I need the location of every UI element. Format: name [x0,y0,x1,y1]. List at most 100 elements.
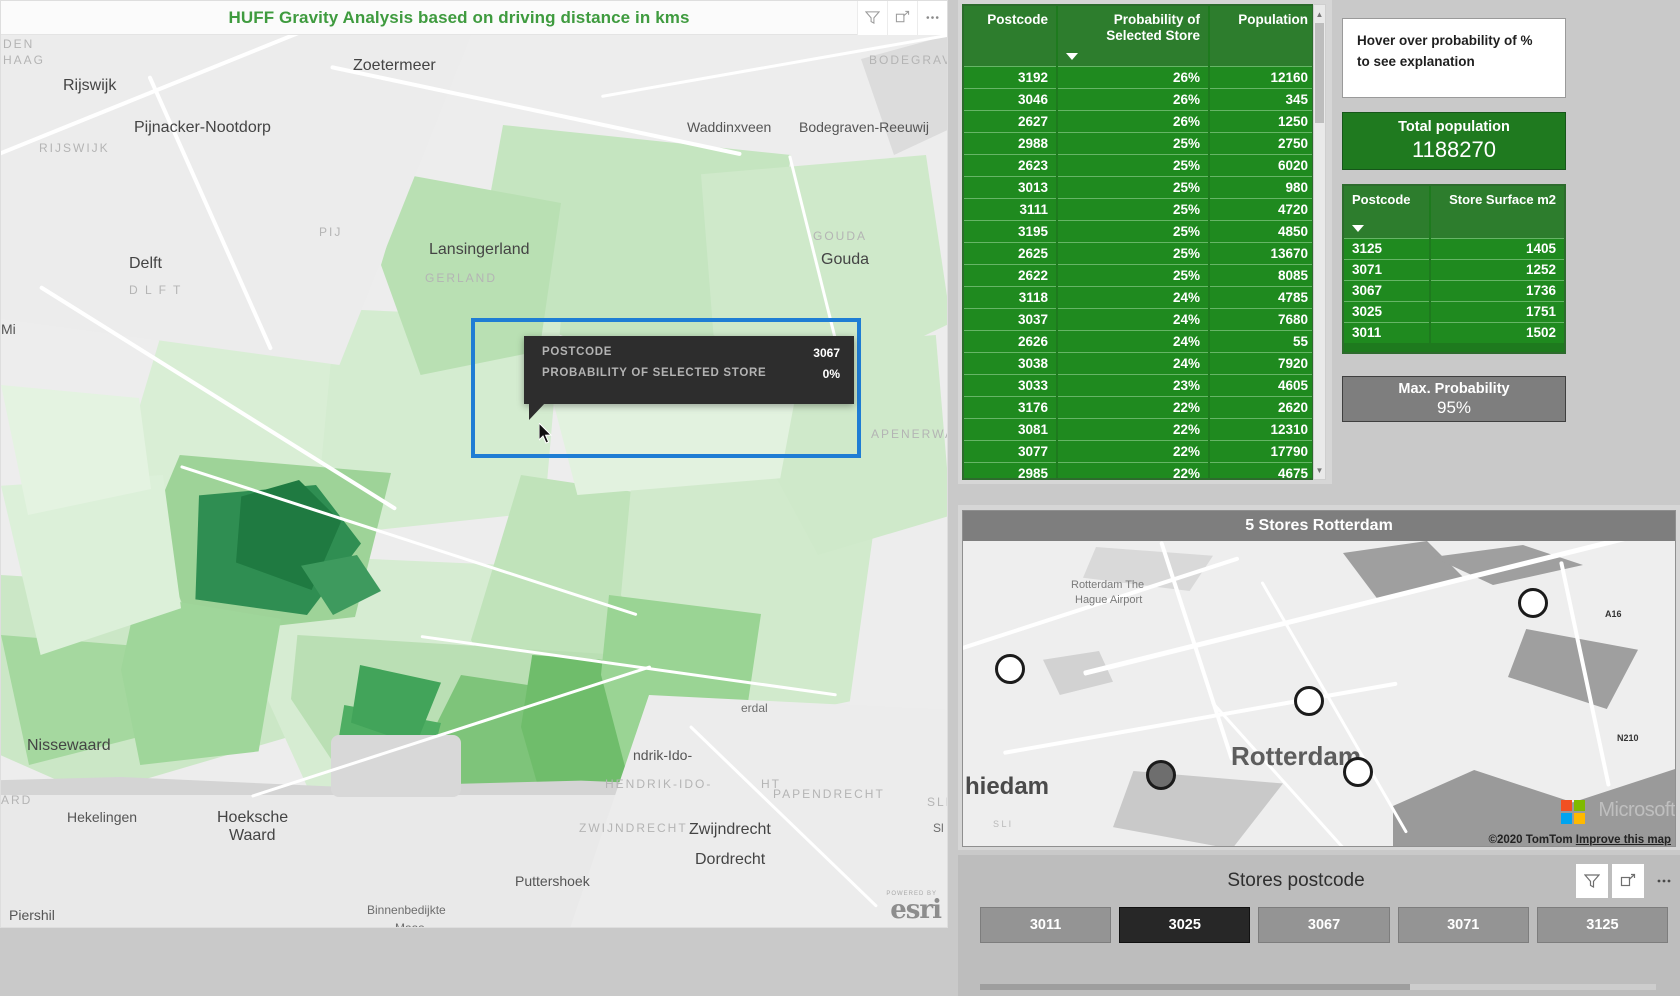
total-population-card[interactable]: Total population 1188270 [1342,112,1566,170]
table-row[interactable]: 3176 22% 2620 [964,395,1312,418]
table-row[interactable]: 2985 22% 4675 [964,461,1312,478]
cell-postcode: 2988 [964,131,1058,154]
table-scrollbar[interactable]: ▲ ▼ [1313,4,1326,480]
store-marker[interactable] [1518,588,1548,618]
cell-postcode: 3077 [964,439,1058,462]
slicer-options[interactable]: 3011 3025 3067 3071 3125 [958,901,1680,943]
cell-population: 4675 [1209,461,1312,478]
scroll-up-icon[interactable]: ▲ [1314,7,1325,21]
column-header-population[interactable]: Population [1209,6,1312,66]
cell-population: 4605 [1209,373,1312,396]
cell-population: 12160 [1209,65,1312,88]
land-area [1508,629,1638,709]
cell-postcode: 3046 [964,87,1058,110]
column-header-postcode[interactable]: Postcode [964,6,1058,66]
table-row[interactable]: 3037 24% 7680 [964,307,1312,330]
table-row[interactable]: 2625 25% 13670 [964,241,1312,264]
stores-map-canvas[interactable]: Rotterdam The Hague Airport Rotterdam hieda… [963,541,1675,846]
column-header-store-postcode[interactable]: Postcode [1344,186,1431,238]
table-row[interactable]: 3192 26% 12160 [964,65,1312,88]
cell-probability: 25% [1057,219,1210,242]
map-place-label: BODEGRAV [869,53,948,67]
map-place-label: HENDRIK-IDO- [605,777,713,791]
stores-postcode-slicer[interactable]: Stores postcode 3011 3025 3067 3071 3125 [958,855,1680,996]
cell-postcode: 2625 [964,241,1058,264]
table-row[interactable]: 3013 25% 980 [964,175,1312,198]
total-population-label: Total population [1398,119,1510,135]
filter-icon[interactable] [1576,864,1608,898]
scrollbar-thumb[interactable] [1315,23,1324,123]
table-row[interactable]: 3071 1252 [1344,258,1564,280]
cell-surface: 1736 [1430,279,1564,301]
slicer-option-3025[interactable]: 3025 [1119,907,1251,943]
table-row[interactable]: 3038 24% 7920 [964,351,1312,374]
map-place-label: erdal [741,701,768,715]
focus-mode-icon[interactable] [1612,864,1644,898]
cell-population: 17790 [1209,439,1312,462]
focus-mode-icon[interactable] [887,1,917,35]
probability-table[interactable]: Postcode Probability of Selected Store P… [962,4,1314,480]
table-row[interactable]: 2627 26% 1250 [964,109,1312,132]
cell-postcode: 2623 [964,153,1058,176]
store-marker[interactable] [1294,686,1324,716]
table-row[interactable]: 2626 24% 55 [964,329,1312,352]
cell-population: 13670 [1209,241,1312,264]
map-place-label: APENERWAA [871,427,947,441]
slicer-scrollbar[interactable] [980,984,1656,990]
map-place-label: Lansingerland [429,241,530,258]
table-row[interactable]: 3025 1751 [1344,300,1564,322]
stores-map-visual[interactable]: 5 Stores Rotterdam Rotterdam TheHague A [958,505,1680,850]
table-row[interactable]: 3077 22% 17790 [964,439,1312,462]
huff-map-visual[interactable]: HUFF Gravity Analysis based on driving d… [0,0,948,928]
cell-population: 980 [1209,175,1312,198]
sort-descending-icon[interactable] [1066,52,1078,60]
cell-population: 4720 [1209,197,1312,220]
slicer-option-3011[interactable]: 3011 [980,907,1112,943]
column-header-probability[interactable]: Probability of Selected Store [1057,6,1210,66]
tooltip-key: PROBABILITY OF SELECTED STORE [542,367,767,379]
table-row[interactable]: 3111 25% 4720 [964,197,1312,220]
slicer-option-3071[interactable]: 3071 [1397,907,1529,943]
filter-icon[interactable] [857,1,887,35]
table-row[interactable]: 3033 23% 4605 [964,373,1312,396]
slicer-option-3067[interactable]: 3067 [1258,907,1390,943]
store-surface-table[interactable]: Postcode Store Surface m2 3125 1405 3071 12… [1342,184,1566,354]
table-row[interactable]: 3195 25% 4850 [964,219,1312,242]
slicer-header: Stores postcode [958,861,1680,901]
cell-population: 2620 [1209,395,1312,418]
map-place-label: Hekelingen [67,809,138,825]
table-row[interactable]: 3011 1502 [1344,321,1564,343]
map-header: HUFF Gravity Analysis based on driving d… [1,1,947,35]
map-place-label: Zwijndrecht [689,821,771,838]
column-header-store-surface[interactable]: Store Surface m2 [1430,186,1564,238]
table-row[interactable]: 3081 22% 12310 [964,417,1312,440]
hover-note-line1: Hover over probability of % [1357,33,1533,48]
table-row[interactable]: 2623 25% 6020 [964,153,1312,176]
table-row[interactable]: 2622 25% 8085 [964,263,1312,286]
table-row[interactable]: 3046 26% 345 [964,87,1312,110]
improve-map-link[interactable]: Improve this map [1576,834,1671,846]
table-row[interactable]: 2988 25% 2750 [964,131,1312,154]
scroll-down-icon[interactable]: ▼ [1314,463,1325,477]
choropleth-map-canvas[interactable]: DEN HAAG Rijswijk Zoetermeer BODEGRAV Pijnack… [1,35,948,927]
more-options-icon[interactable] [917,1,947,35]
stores-map-container[interactable]: 5 Stores Rotterdam Rotterdam TheHague A [962,510,1676,847]
table-row[interactable]: 3118 24% 4785 [964,285,1312,308]
table-row[interactable]: 3067 1736 [1344,279,1564,301]
cell-probability: 24% [1057,285,1210,308]
store-marker[interactable] [1343,757,1373,787]
sort-descending-icon[interactable] [1352,224,1364,232]
map-place-label: Rijswijk [63,77,117,94]
slicer-option-3125[interactable]: 3125 [1536,907,1669,943]
max-probability-card[interactable]: Max. Probability 95% [1342,376,1566,422]
map-place-label: Dordrecht [695,851,766,868]
stores-map-label: hiedam [965,773,1050,800]
store-marker[interactable] [995,654,1025,684]
cell-postcode: 2627 [964,109,1058,132]
map-place-label: DEN [3,37,35,51]
probability-table-visual[interactable]: Postcode Probability of Selected Store P… [958,0,1332,484]
table-row[interactable]: 3125 1405 [1344,237,1564,259]
store-marker-selected[interactable] [1146,760,1176,790]
cell-probability: 22% [1057,395,1210,418]
more-options-icon[interactable] [1648,864,1680,898]
